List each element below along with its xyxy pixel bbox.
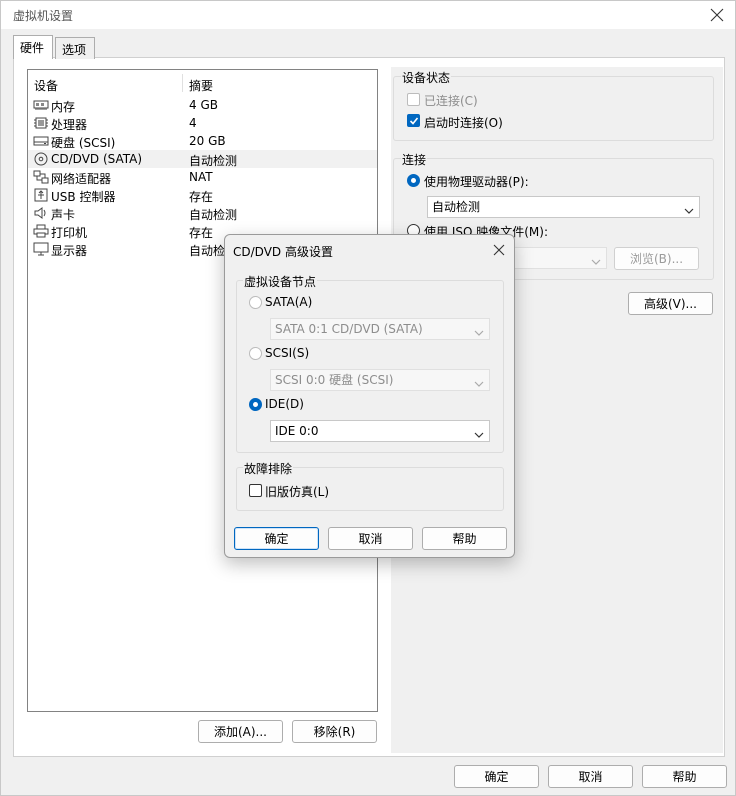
remove-device-button[interactable]: 移除(R) [292,720,377,743]
chevron-down-icon [473,324,485,336]
device-summary: 自动检测 [189,208,238,222]
window-title: 虚拟机设置 [13,9,74,23]
physical-drive-select[interactable]: 自动检测 [427,196,700,218]
close-icon [710,8,724,22]
device-name: 处理器 [51,118,88,132]
legacy-emulation-checkbox[interactable] [249,484,262,497]
network-adapter-icon [33,170,49,184]
usb-icon [33,188,49,202]
dialog-title: CD/DVD 高级设置 [233,245,333,259]
close-icon [493,244,505,256]
legacy-emulation-label: 旧版仿真(L) [265,485,330,499]
sound-card-icon [33,206,49,220]
cd-dvd-advanced-dialog: CD/DVD 高级设置 虚拟设备节点 SATA(A) SATA 0:1 CD/D… [224,234,515,558]
connected-checkbox[interactable] [407,93,420,106]
device-row-sound-card[interactable]: 声卡 自动检测 [28,204,377,222]
sata-label: SATA(A) [265,295,313,309]
device-summary: 存在 [189,226,214,240]
add-device-button[interactable]: 添加(A)... [198,720,283,743]
title-bar: 虚拟机设置 [1,1,735,29]
browse-button[interactable]: 浏览(B)... [614,247,699,270]
sata-node-select[interactable]: SATA 0:1 CD/DVD (SATA) [270,318,490,340]
use-physical-drive-radio[interactable] [407,174,420,187]
chevron-down-icon [590,253,602,265]
memory-icon [33,98,49,112]
sata-radio[interactable] [249,296,262,309]
ok-button[interactable]: 确定 [454,765,539,788]
close-window-button[interactable] [707,5,727,25]
device-row-processor[interactable]: 处理器 4 [28,114,377,132]
dialog-ok-button[interactable]: 确定 [234,527,319,550]
device-name: CD/DVD (SATA) [51,152,143,166]
device-row-usb-controller[interactable]: USB 控制器 存在 [28,186,377,204]
help-button[interactable]: 帮助 [642,765,727,788]
scsi-radio[interactable] [249,347,262,360]
chevron-down-icon [473,375,485,387]
device-summary: 4 [189,116,197,130]
ide-radio[interactable] [249,398,262,411]
dialog-help-button[interactable]: 帮助 [422,527,507,550]
device-summary: 存在 [189,190,214,204]
scsi-node-select[interactable]: SCSI 0:0 硬盘 (SCSI) [270,369,490,391]
device-name: USB 控制器 [51,190,116,204]
column-header-summary[interactable]: 摘要 [189,77,213,94]
column-divider[interactable] [182,74,183,92]
troubleshooting-label: 故障排除 [243,460,294,477]
device-summary: 20 GB [189,134,226,148]
device-name: 硬盘 (SCSI) [51,136,116,150]
device-summary: 4 GB [189,98,218,112]
chevron-down-icon [683,202,695,214]
virtual-device-node-label: 虚拟设备节点 [243,273,318,290]
device-row-cd-dvd[interactable]: CD/DVD (SATA) 自动检测 [28,150,377,168]
device-row-memory[interactable]: 内存 4 GB [28,96,377,114]
use-physical-drive-label: 使用物理驱动器(P): [424,175,529,189]
device-name: 网络适配器 [51,172,112,186]
scsi-node-value: SCSI 0:0 硬盘 (SCSI) [275,373,394,387]
ide-node-value: IDE 0:0 [275,424,319,438]
cancel-button[interactable]: 取消 [548,765,633,788]
device-summary: NAT [189,170,213,184]
chevron-down-icon [473,426,485,438]
ide-label: IDE(D) [265,397,304,411]
dialog-cancel-button[interactable]: 取消 [328,527,413,550]
device-name: 内存 [51,100,76,114]
processor-icon [33,116,49,130]
ide-node-select[interactable]: IDE 0:0 [270,420,490,442]
display-icon [33,242,49,256]
tab-options[interactable]: 选项 [55,37,95,59]
hard-disk-icon [33,134,49,148]
device-list-header: 设备 摘要 [28,70,377,96]
connect-at-power-on-checkbox[interactable] [407,114,420,127]
device-summary: 自动检测 [189,154,238,168]
checkmark-icon [409,117,419,125]
cd-dvd-icon [33,152,49,166]
sata-node-value: SATA 0:1 CD/DVD (SATA) [275,322,423,336]
printer-icon [33,224,49,238]
device-name: 显示器 [51,244,88,258]
dialog-close-button[interactable] [490,241,508,259]
advanced-button[interactable]: 高级(V)... [628,292,713,315]
connected-label: 已连接(C) [424,94,478,108]
device-row-network-adapter[interactable]: 网络适配器 NAT [28,168,377,186]
device-name: 声卡 [51,208,76,222]
tab-hardware[interactable]: 硬件 [13,35,53,59]
scsi-label: SCSI(S) [265,346,310,360]
connection-label: 连接 [401,151,428,168]
column-header-device[interactable]: 设备 [34,77,58,94]
device-name: 打印机 [51,226,88,240]
device-status-label: 设备状态 [401,69,452,86]
device-row-hard-disk[interactable]: 硬盘 (SCSI) 20 GB [28,132,377,150]
connect-at-power-on-label: 启动时连接(O) [424,116,503,130]
physical-drive-value: 自动检测 [432,200,481,214]
